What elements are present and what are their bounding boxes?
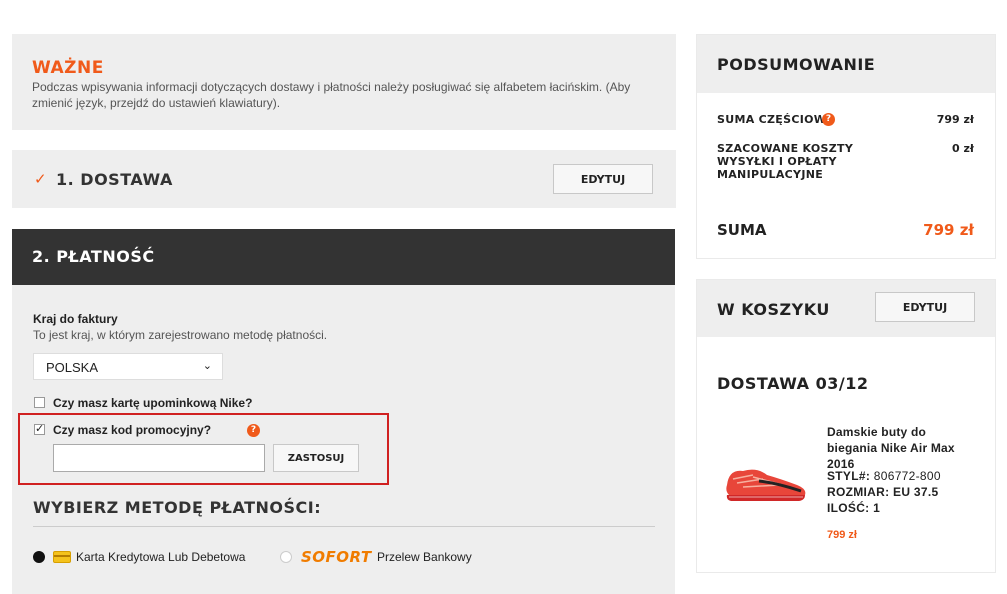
- country-select[interactable]: POLSKA ⌄: [33, 353, 223, 380]
- product-size: ROZMIAR: EU 37.5: [827, 485, 939, 499]
- summary-title: PODSUMOWANIE: [717, 55, 876, 74]
- summary-header: PODSUMOWANIE: [697, 35, 995, 93]
- product-size-value: EU 37.5: [893, 485, 939, 499]
- total-value: 799 zł: [923, 221, 974, 239]
- payment-title: 2. PŁATNOŚĆ: [32, 247, 155, 266]
- product-style-label: STYL#:: [827, 469, 871, 483]
- total-label: SUMA: [717, 221, 767, 239]
- product-price: 799 zł: [827, 529, 857, 541]
- order-summary: PODSUMOWANIE SUMA CZĘŚCIOWA ? 799 zł SZA…: [696, 34, 996, 259]
- billing-country-label: Kraj do faktury: [33, 312, 118, 326]
- shipping-value: 0 zł: [952, 142, 974, 155]
- promo-code-label: Czy masz kod promocyjny?: [53, 423, 212, 437]
- payment-method-bank-label[interactable]: Przelew Bankowy: [377, 550, 472, 564]
- payment-method-card-label[interactable]: Karta Kredytowa Lub Debetowa: [76, 550, 245, 564]
- chevron-down-icon: ⌄: [202, 360, 212, 372]
- promo-code-input[interactable]: [53, 444, 265, 472]
- delivery-title: 1. DOSTAWA: [56, 170, 173, 189]
- gift-card-checkbox[interactable]: [34, 397, 45, 408]
- country-select-value: POLSKA: [46, 360, 99, 375]
- delivery-date: DOSTAWA 03/12: [717, 374, 869, 393]
- cart-title: W KOSZYKU: [717, 300, 830, 319]
- product-qty-label: ILOŚĆ:: [827, 501, 870, 515]
- cart-edit-button[interactable]: EDYTUJ: [875, 292, 975, 322]
- notice-title: WAŻNE: [32, 58, 104, 78]
- product-name[interactable]: Damskie buty do biegania Nike Air Max 20…: [827, 424, 979, 472]
- billing-country-help: To jest kraj, w którym zarejestrowano me…: [33, 328, 328, 342]
- product-size-label: ROZMIAR:: [827, 485, 890, 499]
- notice-text: Podczas wpisywania informacji dotyczącyc…: [32, 80, 631, 110]
- help-icon[interactable]: ?: [822, 113, 835, 126]
- promo-code-checkbox[interactable]: [34, 422, 45, 436]
- credit-card-icon: [53, 551, 71, 563]
- delivery-step: ✓ 1. DOSTAWA EDYTUJ: [12, 150, 676, 208]
- divider: [33, 526, 655, 527]
- subtotal-value: 799 zł: [936, 113, 974, 126]
- delivery-edit-button[interactable]: EDYTUJ: [553, 164, 653, 194]
- cart-panel: W KOSZYKU EDYTUJ DOSTAWA 03/12 Damskie b…: [696, 279, 996, 573]
- promo-apply-button[interactable]: ZASTOSUJ: [273, 444, 359, 472]
- sofort-logo: SOFORT: [301, 548, 372, 566]
- gift-card-label: Czy masz kartę upominkową Nike?: [53, 396, 253, 410]
- payment-section: Kraj do faktury To jest kraj, w którym z…: [12, 285, 675, 594]
- help-icon[interactable]: ?: [247, 424, 260, 437]
- important-notice: WAŻNE Podczas wpisywania informacji doty…: [12, 34, 676, 130]
- product-style-value: 806772-800: [873, 469, 941, 483]
- product-qty-value: 1: [873, 501, 881, 515]
- product-shoe-image: [726, 469, 806, 501]
- product-style: STYL#: 806772-800: [827, 469, 941, 483]
- payment-method-card-radio[interactable]: [33, 551, 45, 563]
- payment-method-title: WYBIERZ METODĘ PŁATNOŚCI:: [33, 498, 322, 517]
- payment-header: 2. PŁATNOŚĆ: [12, 229, 675, 285]
- shipping-label: SZACOWANE KOSZTY WYSYŁKI I OPŁATY MANIPU…: [717, 142, 854, 181]
- check-icon: ✓: [34, 171, 47, 188]
- payment-method-bank-radio[interactable]: [280, 551, 292, 563]
- subtotal-label: SUMA CZĘŚCIOWA: [717, 113, 835, 126]
- product-quantity: ILOŚĆ: 1: [827, 501, 880, 515]
